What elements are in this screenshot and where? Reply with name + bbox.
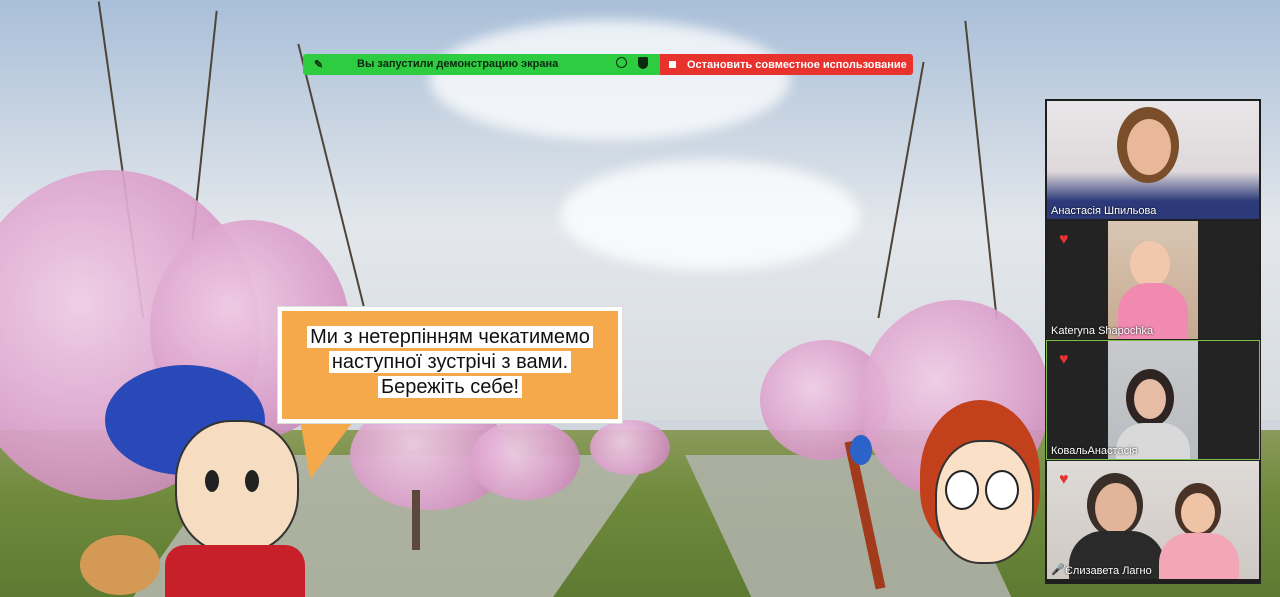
speech-line: наступної зустрічі з вами. xyxy=(328,351,572,373)
speech-bubble: Ми з нетерпінням чекатимемо наступної зу… xyxy=(278,307,622,423)
participant-name: КовальАнастасія xyxy=(1051,445,1138,457)
participant-video xyxy=(1047,101,1259,219)
artist-girl-character xyxy=(840,400,1050,597)
microphone-muted-icon: 🎤 xyxy=(1051,564,1065,576)
screen-share-toolbar: ✎ Вы запустили демонстрацию экрана Остан… xyxy=(303,54,913,75)
info-icon[interactable] xyxy=(616,57,627,68)
blossom-tree xyxy=(470,420,580,500)
security-shield-icon[interactable] xyxy=(638,57,648,69)
blossom-tree xyxy=(590,420,670,475)
participant-name: Kateryna Shapochka xyxy=(1051,325,1154,337)
participant-tile[interactable]: ♥ Kateryna Shapochka xyxy=(1047,221,1259,339)
pin-icon[interactable]: ✎ xyxy=(314,58,323,71)
cloud xyxy=(430,20,790,140)
speech-line: Бережіть себе! xyxy=(377,376,523,398)
speech-bubble-tail xyxy=(300,419,355,479)
participants-video-panel: Анастасія Шпильова ♥ Kateryna Shapochka … xyxy=(1045,99,1261,584)
stop-share-button[interactable]: Остановить совместное использование xyxy=(660,54,913,75)
participant-tile[interactable]: ♥ 🎤 Єлизавета Лагно xyxy=(1047,461,1259,579)
participant-name: Єлизавета Лагно xyxy=(1065,565,1152,577)
heart-reaction-icon: ♥ xyxy=(1059,471,1069,488)
share-status-text: Вы запустили демонстрацию экрана xyxy=(357,58,559,70)
participant-video xyxy=(1108,341,1198,459)
participant-video xyxy=(1047,461,1259,579)
cloud xyxy=(560,160,860,270)
participant-tile[interactable]: Анастасія Шпильова xyxy=(1047,101,1259,219)
stop-icon xyxy=(669,61,676,68)
tree-trunk xyxy=(412,490,420,550)
share-status-bar[interactable]: ✎ Вы запустили демонстрацию экрана xyxy=(303,54,660,75)
participant-video xyxy=(1108,221,1198,339)
participant-tile[interactable]: ♥ КовальАнастасія xyxy=(1046,340,1260,460)
speech-line: Ми з нетерпінням чекатимемо xyxy=(307,326,593,348)
speech-text: Ми з нетерпінням чекатимемо наступної зу… xyxy=(294,325,606,405)
heart-reaction-icon: ♥ xyxy=(1059,231,1069,248)
heart-reaction-icon: ♥ xyxy=(1059,351,1069,368)
stop-share-label: Остановить совместное использование xyxy=(687,58,907,71)
participant-name: Анастасія Шпильова xyxy=(1051,205,1157,217)
